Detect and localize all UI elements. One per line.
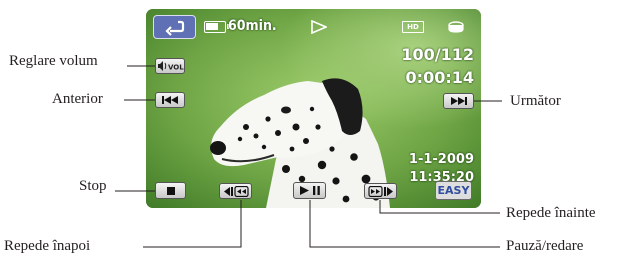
playback-screen: 60min. HD 100/112 0:00:14 1-1-2009 11:35… bbox=[146, 9, 481, 208]
easy-button[interactable]: EASY bbox=[435, 181, 472, 200]
fast-forward-button[interactable] bbox=[364, 183, 397, 199]
play-indicator-icon bbox=[311, 20, 327, 34]
callout-stop: Stop bbox=[79, 178, 107, 194]
file-counter: 100/112 bbox=[401, 45, 474, 64]
previous-button[interactable] bbox=[155, 92, 185, 108]
callout-play-pause: Pauză/redare bbox=[506, 238, 584, 254]
next-button[interactable] bbox=[443, 93, 474, 109]
vol-text: VOL bbox=[168, 64, 184, 72]
volume-icon: VOL bbox=[158, 61, 184, 72]
stop-button[interactable] bbox=[155, 182, 186, 199]
media-icon bbox=[448, 21, 464, 33]
battery-icon bbox=[204, 21, 229, 33]
rewind-icon bbox=[223, 185, 249, 197]
status-bar: 60min. HD bbox=[146, 9, 481, 41]
return-button[interactable] bbox=[153, 15, 196, 39]
callout-previous: Anterior bbox=[52, 91, 103, 107]
fast-forward-icon bbox=[367, 185, 393, 197]
volume-button[interactable]: VOL bbox=[155, 58, 185, 74]
play-pause-button[interactable] bbox=[293, 182, 326, 199]
easy-label: EASY bbox=[437, 184, 470, 197]
play-pause-icon bbox=[299, 186, 320, 195]
callout-rewind: Repede înapoi bbox=[4, 238, 91, 254]
previous-icon bbox=[162, 96, 178, 104]
stop-icon bbox=[166, 186, 175, 195]
callout-fast-forward: Repede înainte bbox=[506, 205, 596, 221]
next-icon bbox=[450, 97, 467, 105]
callout-next: Următor bbox=[510, 93, 561, 109]
recording-date: 1-1-2009 bbox=[408, 152, 474, 167]
hd-icon: HD bbox=[402, 21, 424, 33]
rewind-button[interactable] bbox=[219, 183, 252, 199]
timecode: 0:00:14 bbox=[405, 68, 474, 87]
remaining-time: 60min. bbox=[228, 18, 277, 34]
callout-volume: Reglare volum bbox=[9, 53, 98, 69]
return-icon bbox=[165, 20, 185, 36]
